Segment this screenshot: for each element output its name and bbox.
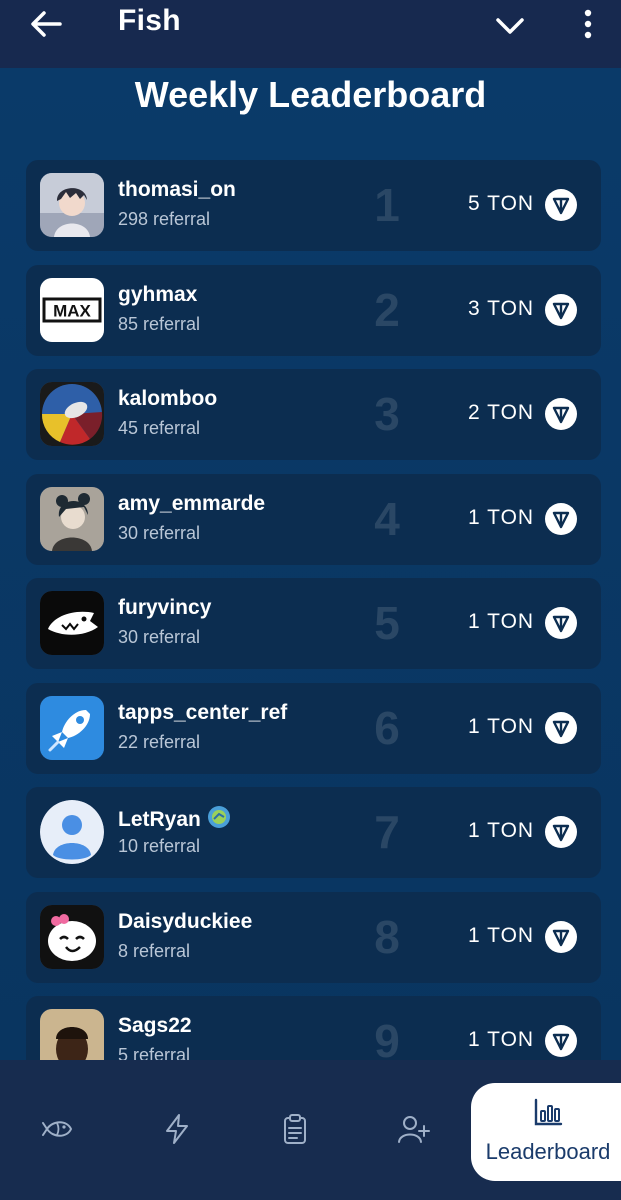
leaderboard-row[interactable]: Daisyduckiee 8 referral 8 1 TON [26, 891, 601, 983]
avatar [40, 591, 104, 655]
username: furyvincy [118, 596, 212, 619]
leaderboard-row[interactable]: amy_emmarde 30 referral 4 1 TON [26, 473, 601, 565]
prize-amount: 2 TON [468, 401, 535, 424]
rank-number: 4 [374, 492, 400, 545]
prize-amount: 5 TON [468, 192, 535, 215]
ton-icon [545, 816, 577, 848]
referral-count: 10 referral [118, 836, 201, 856]
prize-amount: 1 TON [468, 610, 535, 633]
ton-icon [545, 189, 577, 221]
leaderboard-row[interactable]: thomasi_on 298 referral 1 5 TON [26, 160, 601, 251]
verified-badge-icon [207, 806, 230, 828]
rank-number: 5 [374, 597, 400, 649]
username: kalomboo [118, 387, 218, 410]
max-logo-text: MAX [53, 301, 91, 320]
back-arrow-icon[interactable] [28, 8, 64, 40]
ton-icon [545, 293, 577, 326]
username: thomasi_on [118, 178, 236, 201]
avatar [40, 904, 104, 969]
lightning-icon[interactable] [160, 1112, 194, 1146]
chevron-down-icon[interactable] [494, 12, 526, 38]
referral-count: 85 referral [118, 313, 201, 334]
prize-amount: 1 TON [468, 505, 535, 529]
leaderboard-row[interactable]: tapps_center_ref 22 referral 6 1 TON [26, 682, 601, 774]
rank-number: 8 [374, 910, 400, 963]
page-heading: Weekly Leaderboard [134, 74, 487, 115]
username: Sags22 [118, 1014, 192, 1037]
referral-count: 8 referral [118, 940, 191, 961]
referral-count: 30 referral [118, 522, 201, 543]
ton-icon [545, 607, 577, 639]
username: tapps_center_ref [118, 700, 288, 724]
rank-number: 3 [374, 388, 400, 440]
leaderboard-row[interactable]: furyvincy 30 referral 5 1 TON [26, 578, 601, 669]
username: Daisyduckiee [118, 909, 253, 933]
rank-number: 2 [374, 283, 400, 336]
username: LetRyan [118, 805, 231, 832]
prize-amount: 1 TON [468, 1028, 535, 1051]
leaderboard-list[interactable]: thomasi_on 298 referral 1 5 TON MAX gyhm… [26, 160, 601, 1060]
referral-count: 298 referral [118, 209, 211, 229]
rank-number: 9 [374, 1015, 400, 1060]
bottom-navigation: Leaderboard [0, 1060, 621, 1200]
prize-amount: 1 TON [468, 923, 535, 947]
prize-amount: 3 TON [468, 296, 535, 320]
referral-count: 22 referral [118, 731, 201, 752]
ton-icon [545, 1025, 577, 1057]
username: amy_emmarde [118, 491, 266, 515]
avatar [40, 695, 104, 760]
avatar [40, 800, 104, 864]
rank-number: 7 [374, 806, 400, 858]
referral-count: 5 referral [118, 1045, 191, 1060]
ton-icon [545, 920, 577, 953]
ton-icon [545, 502, 577, 535]
username: gyhmax [118, 282, 198, 306]
rank-number: 6 [374, 701, 400, 754]
nav-leaderboard-label: Leaderboard [485, 1139, 611, 1164]
avatar [40, 382, 104, 446]
app-title: Fish [118, 4, 181, 37]
prize-amount: 1 TON [468, 714, 535, 738]
leaderboard-row[interactable]: kalomboo 45 referral 3 2 TON [26, 369, 601, 460]
avatar: MAX [40, 277, 104, 342]
leaderboard-row[interactable]: MAX gyhmax 85 referral 2 3 TON [26, 264, 601, 356]
ton-icon [545, 711, 577, 744]
leaderboard-row[interactable]: Sags22 5 referral 9 1 TON [26, 996, 601, 1060]
referral-count: 30 referral [118, 627, 201, 647]
username-text: LetRyan [118, 808, 201, 831]
leaderboard-chart-icon [534, 1098, 563, 1126]
prize-amount: 1 TON [468, 819, 535, 842]
referral-count: 45 referral [118, 418, 201, 438]
ton-icon [545, 398, 577, 430]
avatar [40, 1009, 104, 1060]
more-options-icon[interactable] [578, 8, 598, 40]
rank-number: 1 [374, 179, 400, 231]
fish-icon[interactable] [41, 1112, 75, 1146]
avatar [40, 486, 104, 551]
nav-leaderboard-tab[interactable]: Leaderboard [471, 1083, 621, 1181]
clipboard-icon[interactable] [278, 1112, 312, 1146]
top-app-bar: Fish [0, 0, 621, 68]
add-friend-icon[interactable] [396, 1112, 430, 1146]
leaderboard-page: Weekly Leaderboard thomasi_on 298 referr… [0, 68, 621, 1060]
leaderboard-row[interactable]: LetRyan 10 referral 7 1 TON [26, 787, 601, 878]
avatar [40, 173, 104, 237]
